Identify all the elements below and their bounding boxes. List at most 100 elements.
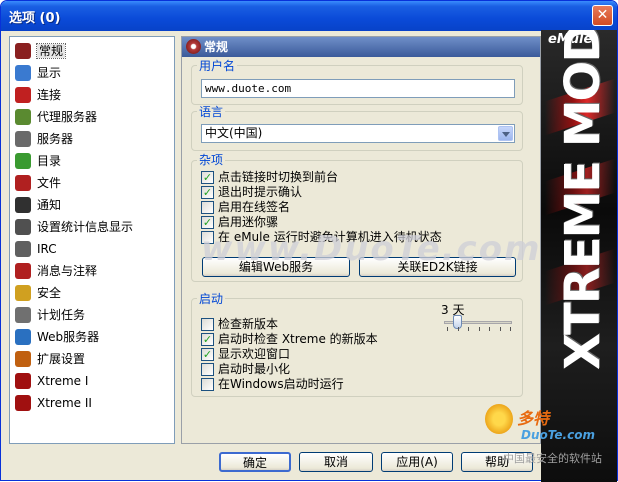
nav-item-label: 安全 <box>37 286 62 300</box>
option-label: 启动时最小化 <box>218 362 291 376</box>
lock-icon <box>15 285 31 301</box>
gear-icon <box>186 39 201 54</box>
nav-item[interactable]: 通知 <box>13 195 171 215</box>
username-group-title: 用户名 <box>197 59 238 73</box>
nav-item-label: Xtreme II <box>37 396 92 410</box>
slider-tick <box>457 327 459 331</box>
xtreme-mod-logo: XTREME MOD <box>555 30 611 370</box>
nav-item-label: 连接 <box>37 88 62 102</box>
stats-icon <box>15 219 31 235</box>
message-icon <box>15 263 31 279</box>
nav-item[interactable]: Xtreme II <box>13 393 171 413</box>
nav-item[interactable]: 扩展设置 <box>13 349 171 369</box>
nav-item-label: Xtreme I <box>37 374 89 388</box>
nav-item[interactable]: 安全 <box>13 283 171 303</box>
watermark-url: www.DuoTe.com <box>201 229 542 269</box>
username-input[interactable]: www.duote.com <box>201 79 515 98</box>
duote-logo-icon <box>485 404 513 434</box>
nav-item-label: 消息与注释 <box>37 264 98 278</box>
ok-button[interactable]: 确定 <box>219 452 291 472</box>
language-select[interactable]: 中文(中国) <box>201 124 515 143</box>
nav-item[interactable]: 显示 <box>13 63 171 83</box>
nav-item[interactable]: IRC <box>13 239 171 259</box>
panel-header: 常规 <box>182 37 540 57</box>
nav-item-label: 计划任务 <box>37 308 86 322</box>
folder-icon <box>15 153 31 169</box>
language-selected-value: 中文(中国) <box>205 126 263 140</box>
category-list[interactable]: 常规显示连接代理服务器服务器目录文件通知设置统计信息显示 IRC 消息与注释安全计划… <box>9 36 175 444</box>
nav-item-label: 扩展设置 <box>37 352 86 366</box>
chevron-down-icon[interactable] <box>498 126 513 141</box>
option-label: 退出时提示确认 <box>218 185 303 199</box>
server-icon <box>15 131 31 147</box>
plug-icon <box>15 87 31 103</box>
checkbox-unchecked[interactable] <box>201 201 214 214</box>
globe-icon <box>15 329 31 345</box>
window-title: 选项 (0) <box>9 11 61 26</box>
puzzle-icon <box>15 351 31 367</box>
nav-item[interactable]: 消息与注释 <box>13 261 171 281</box>
option-label: 检查新版本 <box>218 317 279 331</box>
nav-item[interactable]: 计划任务 <box>13 305 171 325</box>
nav-item-label: 通知 <box>37 198 62 212</box>
nav-item-label: Web服务器 <box>37 330 100 344</box>
proxy-icon <box>15 109 31 125</box>
nav-item-label: 设置统计信息显示 <box>37 220 134 234</box>
close-button[interactable]: ✕ <box>592 5 613 26</box>
checkbox-checked[interactable]: ✓ <box>201 216 214 229</box>
nav-item-label: 服务器 <box>37 132 74 146</box>
nav-item-label: 文件 <box>37 176 62 190</box>
cancel-button[interactable]: 取消 <box>299 452 373 472</box>
nav-item[interactable]: 设置统计信息显示 <box>13 217 171 237</box>
apply-button[interactable]: 应用(A) <box>381 452 453 472</box>
file-icon <box>15 175 31 191</box>
duote-site-name: 多特 <box>517 409 550 428</box>
nav-item-label: 常规 <box>35 43 67 59</box>
option-label: 在Windows启动时运行 <box>218 377 344 391</box>
slider-tick <box>510 327 511 331</box>
slider-tick <box>447 327 448 331</box>
nav-item[interactable]: 常规 <box>13 41 171 61</box>
checkbox-checked[interactable]: ✓ <box>201 333 214 346</box>
startup-group-title: 启动 <box>197 292 226 306</box>
checkbox-checked[interactable]: ✓ <box>201 171 214 184</box>
nav-item[interactable]: 服务器 <box>13 129 171 149</box>
option-label: 点击链接时切换到前台 <box>218 170 339 184</box>
slider-tick <box>468 327 469 331</box>
options-window: 选项 (0) ✕ 常规显示连接代理服务器服务器目录文件通知设置统计信息显示 IRC… <box>0 0 618 482</box>
option-label: 启用在线签名 <box>218 200 291 214</box>
nav-item[interactable]: Web服务器 <box>13 327 171 347</box>
checkbox-checked[interactable]: ✓ <box>201 348 214 361</box>
calendar-icon <box>15 307 31 323</box>
nav-item-label: 代理服务器 <box>37 110 98 124</box>
nav-item[interactable]: 目录 <box>13 151 171 171</box>
panel-title: 常规 <box>204 40 229 54</box>
nav-item-label: 目录 <box>37 154 62 168</box>
nav-item-label: IRC <box>37 242 57 256</box>
nav-item[interactable]: Xtreme I <box>13 371 171 391</box>
slider-tick <box>478 327 480 331</box>
checkbox-unchecked[interactable] <box>201 378 214 391</box>
checkbox-unchecked[interactable] <box>201 318 214 331</box>
title-bar[interactable]: 选项 (0) ✕ <box>1 1 617 31</box>
irc-icon <box>15 241 31 257</box>
nav-item[interactable]: 连接 <box>13 85 171 105</box>
language-group-title: 语言 <box>197 105 226 119</box>
duote-site-url: DuoTe.com <box>521 428 595 442</box>
xtreme-mod-banner: eMule XTREME MOD <box>541 30 617 482</box>
xtreme-icon <box>15 373 31 389</box>
nav-item-label: 显示 <box>37 66 62 80</box>
monitor-icon <box>15 65 31 81</box>
checkbox-checked[interactable]: ✓ <box>201 186 214 199</box>
duote-slogan: 中国最安全的软件站 <box>503 452 602 465</box>
gear-icon <box>15 43 31 59</box>
close-icon: ✕ <box>596 7 609 23</box>
option-label: 显示欢迎窗口 <box>218 347 291 361</box>
nav-item[interactable]: 代理服务器 <box>13 107 171 127</box>
misc-group-title: 杂项 <box>197 153 226 167</box>
slider-tick <box>499 327 501 331</box>
checkbox-unchecked[interactable] <box>201 363 214 376</box>
option-label: 启用迷你骡 <box>218 215 279 229</box>
option-label: 启动时检查 Xtreme 的新版本 <box>218 332 378 346</box>
nav-item[interactable]: 文件 <box>13 173 171 193</box>
